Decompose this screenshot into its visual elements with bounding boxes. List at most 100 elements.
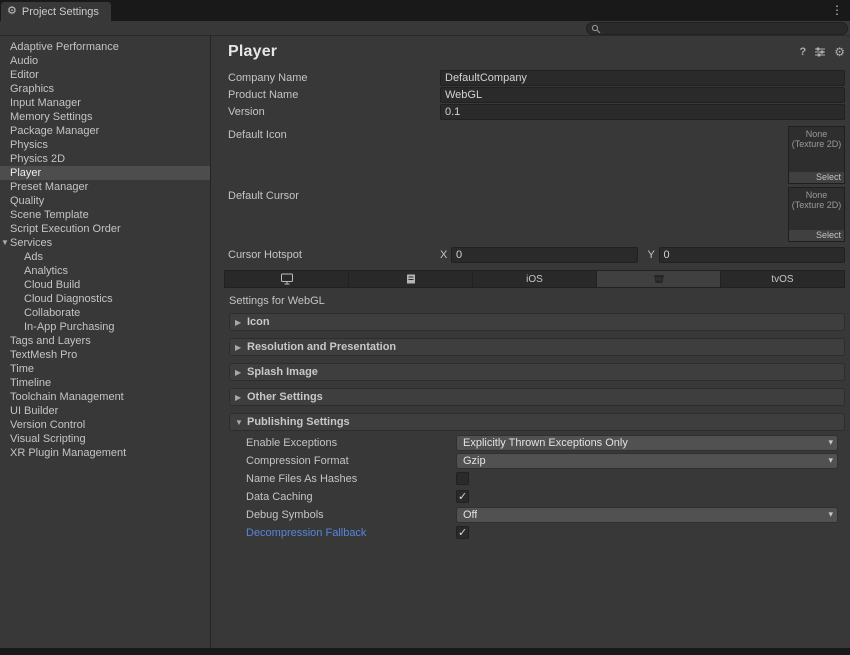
sidebar-item-label: Graphics — [10, 83, 54, 95]
version-input[interactable] — [440, 104, 845, 120]
section-header[interactable]: ▶ Icon — [229, 313, 845, 331]
sidebar-item[interactable]: Physics — [0, 138, 210, 152]
default-icon-object-field[interactable]: None (Texture 2D) Select — [788, 126, 845, 184]
sidebar-item[interactable]: Graphics — [0, 82, 210, 96]
data-caching-label: Data Caching — [246, 491, 456, 503]
name-files-as-hashes-checkbox[interactable] — [456, 472, 469, 485]
disclosure-triangle-icon[interactable]: ▼ — [1, 236, 10, 250]
section-title: Other Settings — [247, 391, 323, 403]
compression-format-dropdown[interactable]: Gzip ▾ — [456, 453, 838, 469]
help-icon[interactable]: ? — [800, 47, 807, 58]
sidebar-item[interactable]: TextMesh Pro — [0, 348, 210, 362]
player-settings-panel: Player ? ⚙ Company Name Product Name — [212, 36, 850, 648]
sidebar-item[interactable]: Toolchain Management — [0, 390, 210, 404]
default-cursor-object-field[interactable]: None (Texture 2D) Select — [788, 187, 845, 242]
sidebar-item[interactable]: Quality — [0, 194, 210, 208]
section-header[interactable]: ▶ Resolution and Presentation — [229, 338, 845, 356]
sidebar-item-label: Audio — [10, 55, 38, 67]
section-title: Resolution and Presentation — [247, 341, 396, 353]
presets-icon[interactable] — [814, 46, 826, 58]
server-icon — [405, 273, 417, 285]
sidebar-item[interactable]: Version Control — [0, 418, 210, 432]
sidebar-item[interactable]: Analytics — [0, 264, 210, 278]
default-icon-row: Default Icon None (Texture 2D) Select — [228, 126, 845, 186]
settings-gear-icon: ⚙ — [7, 6, 17, 17]
desktop-monitor-icon — [280, 273, 294, 285]
gear-icon[interactable]: ⚙ — [834, 46, 845, 58]
main-header: Player ? ⚙ — [228, 40, 845, 64]
sidebar-item[interactable]: Timeline — [0, 376, 210, 390]
object-select-button[interactable]: Select — [789, 172, 844, 183]
search-box[interactable] — [586, 22, 848, 35]
object-select-button[interactable]: Select — [789, 230, 844, 241]
data-caching-row: Data Caching — [229, 488, 845, 505]
foldout-triangle-icon: ▶ — [235, 318, 247, 327]
sidebar-item[interactable]: Cloud Build — [0, 278, 210, 292]
sidebar-item[interactable]: Audio — [0, 54, 210, 68]
cursor-hotspot-y-input[interactable] — [659, 247, 846, 263]
object-none-text: None (Texture 2D) — [789, 127, 844, 149]
sidebar-item[interactable]: Preset Manager — [0, 180, 210, 194]
sidebar-item[interactable]: Scene Template — [0, 208, 210, 222]
sidebar-item-label: Quality — [10, 195, 44, 207]
dropdown-value: Gzip — [463, 455, 486, 467]
sidebar-item[interactable]: In-App Purchasing — [0, 320, 210, 334]
project-settings-window: ⚙ Project Settings ⋮ Adaptive Performanc… — [0, 0, 850, 655]
sidebar-item[interactable]: Input Manager — [0, 96, 210, 110]
window-menu-icon[interactable]: ⋮ — [831, 3, 843, 17]
sidebar-item-label: Time — [10, 363, 34, 375]
sidebar-item[interactable]: Cloud Diagnostics — [0, 292, 210, 306]
section-header[interactable]: ▼ Publishing Settings — [229, 413, 845, 431]
section-header[interactable]: ▶ Splash Image — [229, 363, 845, 381]
sidebar-item-label: Analytics — [24, 265, 68, 277]
company-name-input[interactable] — [440, 70, 845, 86]
sidebar-item-label: Physics 2D — [10, 153, 65, 165]
cursor-hotspot-x-input[interactable] — [451, 247, 638, 263]
settings-for-label: Settings for WebGL — [229, 295, 325, 307]
sidebar-item[interactable]: Visual Scripting — [0, 432, 210, 446]
sidebar-item-label: Player — [10, 167, 41, 179]
sidebar-item-label: Services — [10, 237, 52, 249]
debug-symbols-dropdown[interactable]: Off ▾ — [456, 507, 838, 523]
tab-standalone[interactable] — [225, 271, 348, 287]
section-header[interactable]: ▶ Other Settings — [229, 388, 845, 406]
sidebar-item[interactable]: Time — [0, 362, 210, 376]
sidebar-item-label: Input Manager — [10, 97, 81, 109]
sidebar-item[interactable]: Player — [0, 166, 210, 180]
version-label: Version — [228, 106, 440, 118]
project-settings-tab[interactable]: ⚙ Project Settings — [1, 2, 111, 21]
enable-exceptions-dropdown[interactable]: Explicitly Thrown Exceptions Only ▾ — [456, 435, 838, 451]
sidebar-item-label: In-App Purchasing — [24, 321, 115, 333]
company-name-label: Company Name — [228, 72, 440, 84]
enable-exceptions-row: Enable Exceptions Explicitly Thrown Exce… — [229, 434, 845, 451]
sidebar-item[interactable]: Tags and Layers — [0, 334, 210, 348]
sidebar-item[interactable]: Physics 2D — [0, 152, 210, 166]
sidebar-item[interactable]: Memory Settings — [0, 110, 210, 124]
sidebar-item-label: Ads — [24, 251, 43, 263]
decompression-fallback-row: Decompression Fallback — [229, 524, 845, 541]
sidebar-item-label: Physics — [10, 139, 48, 151]
sidebar-item[interactable]: Package Manager — [0, 124, 210, 138]
search-input[interactable] — [604, 23, 843, 34]
tab-dedicated-server[interactable] — [349, 271, 472, 287]
sidebar-item[interactable]: ▼ Services — [0, 236, 210, 250]
sidebar-item[interactable]: UI Builder — [0, 404, 210, 418]
sidebar-item[interactable]: Script Execution Order — [0, 222, 210, 236]
chevron-down-icon: ▾ — [828, 437, 833, 448]
sidebar-item[interactable]: Ads — [0, 250, 210, 264]
tab-ios[interactable]: iOS — [473, 271, 596, 287]
sidebar-item-label: Toolchain Management — [10, 391, 124, 403]
sidebar-item[interactable]: Adaptive Performance — [0, 40, 210, 54]
tab-webgl[interactable] — [597, 271, 720, 287]
decompression-fallback-checkbox[interactable] — [456, 526, 469, 539]
product-name-input[interactable] — [440, 87, 845, 103]
sidebar-item[interactable]: Collaborate — [0, 306, 210, 320]
sidebar-item[interactable]: XR Plugin Management — [0, 446, 210, 460]
sidebar-item-label: Cloud Build — [24, 279, 80, 291]
data-caching-checkbox[interactable] — [456, 490, 469, 503]
sidebar-item[interactable]: Editor — [0, 68, 210, 82]
decompression-fallback-label[interactable]: Decompression Fallback — [246, 527, 456, 539]
tab-tvos[interactable]: tvOS — [721, 271, 844, 287]
sidebar-item-label: Editor — [10, 69, 39, 81]
sidebar-item-label: Version Control — [10, 419, 85, 431]
